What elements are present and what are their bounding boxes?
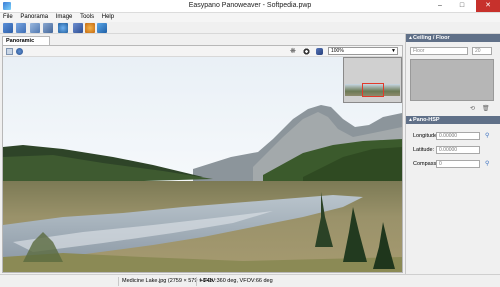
stitch-icon[interactable] <box>30 23 40 33</box>
pano-hotspot-title: Pano-HSP <box>413 117 440 123</box>
rotate-icon[interactable] <box>16 48 23 55</box>
ceiling-floor-title: Ceiling / Floor <box>413 35 450 41</box>
vehicle-icon[interactable] <box>316 48 323 55</box>
chevron-down-icon: ▼ <box>391 48 396 54</box>
menu-panorama[interactable]: Panorama <box>17 13 51 22</box>
pick-longitude-icon[interactable]: ⚲ <box>485 132 489 139</box>
preview-icon[interactable] <box>58 23 68 33</box>
status-file-info: Medicine Lake.jpg (2759 × 579 × 24b <box>118 277 213 286</box>
pano-hotspot-header[interactable]: ▲ Pano-HSP <box>406 116 500 124</box>
menu-bar: File Panorama Image Tools Help <box>0 13 500 22</box>
menu-image[interactable]: Image <box>53 13 76 22</box>
latitude-field[interactable]: 0.00000 <box>436 146 480 154</box>
viewer-toolbar: ❋ 100% ▼ <box>3 46 402 57</box>
longitude-label: Longitude: <box>413 133 439 139</box>
publish-icon[interactable] <box>43 23 53 33</box>
person-icon[interactable]: ❋ <box>290 48 297 55</box>
refresh-icon[interactable]: ⟲ <box>470 106 476 112</box>
status-bar: Medicine Lake.jpg (2759 × 579 × 24b HFOV… <box>0 274 500 287</box>
close-button[interactable]: ✕ <box>476 0 500 12</box>
fit-icon[interactable] <box>6 48 13 55</box>
compass-field[interactable]: 0 <box>436 160 480 168</box>
properties-panel: ▲ Ceiling / Floor Floor 20 ⟲ 🗑 ▲ Pano-HS… <box>405 34 500 274</box>
new-icon[interactable] <box>3 23 13 33</box>
title-bar: Easypano Panoweaver - Softpedia.pwp – □ … <box>0 0 500 13</box>
ceiling-floor-header[interactable]: ▲ Ceiling / Floor <box>406 34 500 42</box>
longitude-field[interactable]: 0.00000 <box>436 132 480 140</box>
save-icon[interactable] <box>73 23 83 33</box>
pick-compass-icon[interactable]: ⚲ <box>485 160 489 167</box>
latitude-label: Latitude: <box>413 147 435 153</box>
chevron-up-icon: ▲ <box>408 35 413 41</box>
tab-panoramic-image[interactable]: Panoramic Image <box>2 36 50 52</box>
window-title: Easypano Panoweaver - Softpedia.pwp <box>188 2 312 9</box>
floor-preview <box>410 59 494 101</box>
menu-file[interactable]: File <box>0 13 16 22</box>
target-icon[interactable] <box>303 48 310 55</box>
navigator-thumbnail[interactable] <box>343 57 402 103</box>
navigator-selection-box[interactable] <box>362 83 384 97</box>
main-toolbar <box>0 22 500 34</box>
open-icon[interactable] <box>16 23 26 33</box>
maximize-button[interactable]: □ <box>452 0 472 12</box>
chevron-up-icon: ▲ <box>408 117 413 123</box>
export-icon[interactable] <box>97 23 107 33</box>
trash-icon[interactable]: 🗑 <box>482 106 490 112</box>
zoom-value: 100% <box>331 48 344 54</box>
panorama-viewer: ❋ 100% ▼ <box>2 45 403 273</box>
menu-help[interactable]: Help <box>99 13 117 22</box>
zoom-select[interactable]: 100% ▼ <box>328 47 398 55</box>
floor-mode-select[interactable]: Floor <box>410 47 468 55</box>
floor-value-select[interactable]: 20 <box>472 47 492 55</box>
minimize-button[interactable]: – <box>430 0 450 12</box>
menu-tools[interactable]: Tools <box>77 13 97 22</box>
status-fov-info: HFOV:360 deg, VFOV:66 deg <box>196 277 316 286</box>
globe-icon[interactable] <box>85 23 95 33</box>
compass-label: Compass: <box>413 161 438 167</box>
